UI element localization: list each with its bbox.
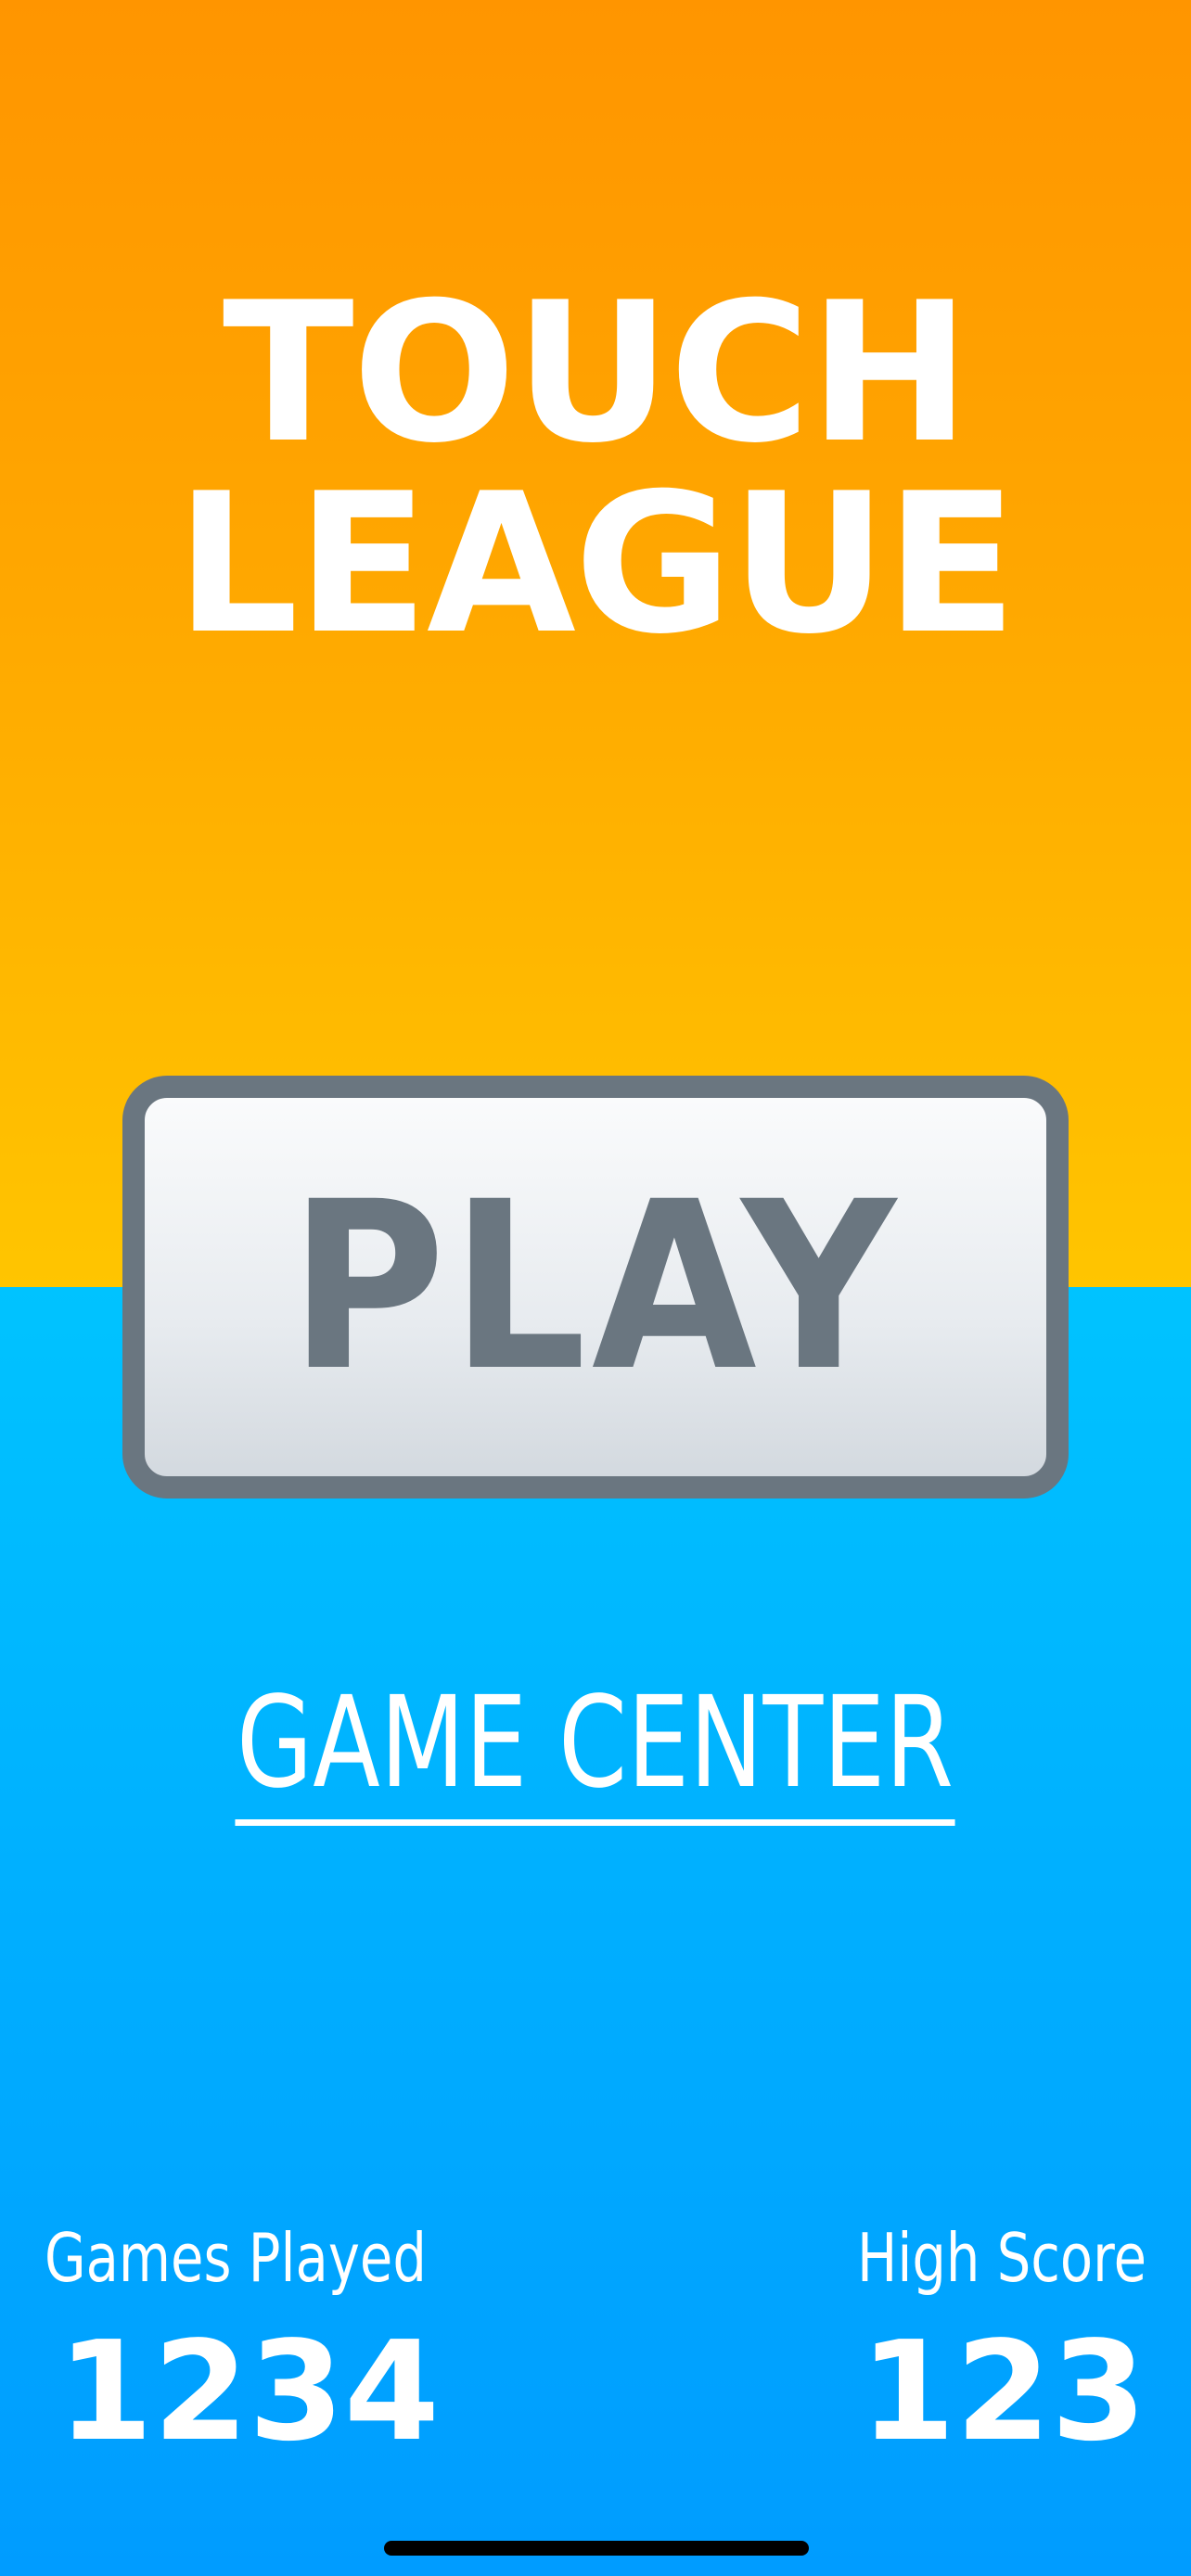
games-played-value: 1234 (58, 2312, 440, 2471)
game-title-line-2: LEAGUE (175, 453, 1017, 677)
game-title: TOUCH LEAGUE (0, 261, 1191, 677)
high-score-stat: High Score 123 (785, 2216, 1146, 2470)
game-center-container: GAME CENTER (0, 1669, 1191, 1826)
high-score-label: High Score (856, 2219, 1146, 2297)
home-indicator[interactable] (384, 2541, 809, 2556)
play-button[interactable]: PLAY (122, 1076, 1069, 1498)
games-played-label: Games Played (45, 2219, 427, 2297)
game-center-link[interactable]: GAME CENTER (235, 1669, 956, 1826)
game-title-line-1: TOUCH (222, 261, 970, 486)
play-button-label: PLAY (289, 1152, 902, 1422)
games-played-stat: Games Played 1234 (45, 2216, 522, 2470)
high-score-value: 123 (860, 2312, 1146, 2471)
